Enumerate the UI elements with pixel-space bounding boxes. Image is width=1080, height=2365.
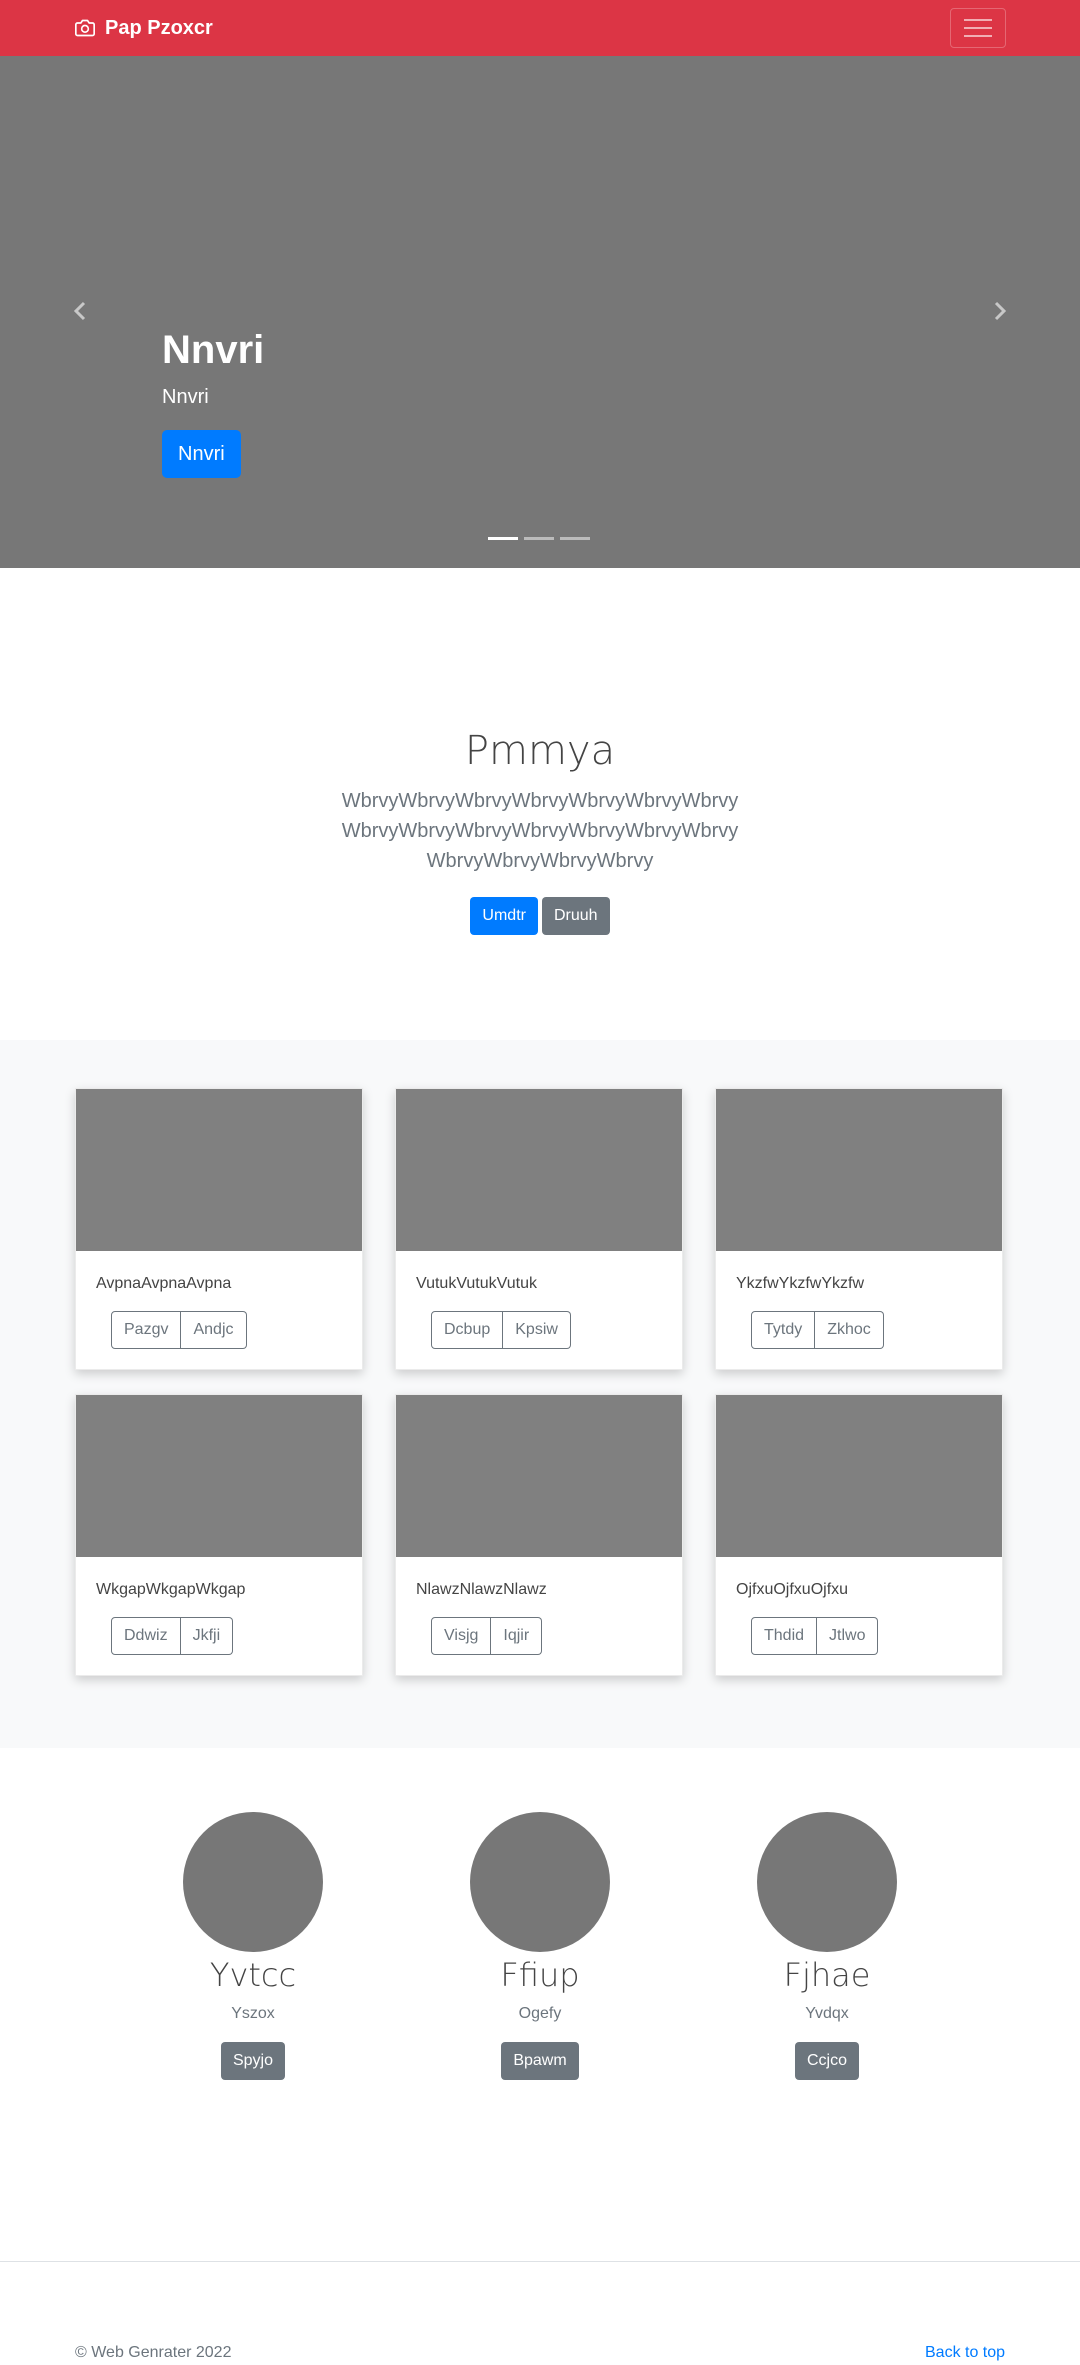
card-button-view[interactable]: Thdid: [751, 1617, 818, 1655]
card-image: [76, 1395, 362, 1557]
card-button-group: Tytdy Zkhoc: [751, 1311, 884, 1349]
carousel-title: Nnvri: [162, 328, 265, 372]
card-text: AvpnaAvpnaAvpna: [96, 1275, 232, 1292]
card-image: [396, 1395, 682, 1557]
hero-carousel: Nnvri Nnvri Nnvri: [0, 56, 1080, 568]
album-card: WkgapWkgapWkgap Ddwiz Jkfji: [75, 1394, 363, 1676]
team-member-name: Ffiup: [500, 1956, 580, 1994]
card-button-edit[interactable]: Kpsiw: [503, 1311, 571, 1349]
avatar: [183, 1812, 323, 1952]
camera-icon: [75, 18, 95, 38]
team-member-role: Yszox: [231, 2005, 275, 2022]
card-button-view[interactable]: Visjg: [431, 1617, 492, 1655]
footer-divider: [0, 2261, 1080, 2262]
team-member-button[interactable]: Bpawm: [501, 2042, 579, 2080]
navbar-brand[interactable]: Pap Pzoxcr: [75, 14, 213, 42]
jumbotron-secondary-button[interactable]: Druuh: [541, 897, 610, 935]
team-member-name: Yvtcc: [209, 1956, 297, 1994]
avatar: [757, 1812, 897, 1952]
team-member-button[interactable]: Ccjco: [794, 2042, 859, 2080]
chevron-right-icon: [994, 301, 1007, 321]
album-card: VutukVutukVutuk Dcbup Kpsiw: [395, 1088, 683, 1370]
team-member: Fjhae Yvdqx Ccjco: [702, 1812, 952, 2080]
jumbotron-primary-button[interactable]: Umdtr: [470, 897, 538, 935]
album-section: AvpnaAvpnaAvpna Pazgv Andjc VutukVutukVu…: [0, 1040, 1080, 1748]
team-member-role: Yvdqx: [805, 2005, 849, 2022]
card-text: WkgapWkgapWkgap: [96, 1581, 246, 1598]
card-button-view[interactable]: Dcbup: [431, 1311, 504, 1349]
card-button-edit[interactable]: Iqjir: [491, 1617, 543, 1655]
brand-name: Pap Pzoxcr: [105, 16, 213, 39]
card-button-group: Pazgv Andjc: [111, 1311, 247, 1349]
team-member-role: Ogefy: [518, 2005, 562, 2022]
card-button-group: Ddwiz Jkfji: [111, 1617, 234, 1655]
carousel-indicator-2[interactable]: [524, 537, 554, 540]
card-button-group: Thdid Jtlwo: [751, 1617, 879, 1655]
jumbotron-buttons: Umdtr Druuh: [0, 897, 1080, 935]
jumbotron-section: Pmmya WbrvyWbrvyWbrvyWbrvyWbrvyWbrvyWbrv…: [0, 568, 1080, 1040]
footer-copyright: © Web Genrater 2022: [75, 2344, 232, 2361]
team-member-name: Fjhae: [783, 1956, 871, 1994]
team-member: Yvtcc Yszox Spyjo: [128, 1812, 378, 2080]
card-button-view[interactable]: Tytdy: [751, 1311, 816, 1349]
navbar: Pap Pzoxcr: [0, 0, 1080, 56]
carousel-next-button[interactable]: [984, 296, 1014, 326]
card-image: [396, 1089, 682, 1251]
team-member-button[interactable]: Spyjo: [220, 2042, 286, 2080]
carousel-indicator-1[interactable]: [488, 537, 518, 540]
jumbotron-lead: WbrvyWbrvyWbrvyWbrvyWbrvyWbrvyWbrvyWbrvy…: [341, 790, 739, 872]
carousel-cta-button[interactable]: Nnvri: [162, 430, 241, 478]
card-button-edit[interactable]: Jkfji: [180, 1617, 234, 1655]
card-button-edit[interactable]: Zkhoc: [815, 1311, 884, 1349]
card-button-view[interactable]: Pazgv: [111, 1311, 182, 1349]
card-text: YkzfwYkzfwYkzfw: [736, 1275, 865, 1292]
album-card: AvpnaAvpnaAvpna Pazgv Andjc: [75, 1088, 363, 1370]
carousel-caption: Nnvri Nnvri Nnvri: [162, 326, 264, 478]
hamburger-menu-icon: [964, 19, 992, 21]
navbar-toggler-button[interactable]: [950, 8, 1006, 48]
card-image: [76, 1089, 362, 1251]
chevron-left-icon: [73, 301, 86, 321]
back-to-top-link[interactable]: Back to top: [925, 2344, 1005, 2362]
jumbotron-title: Pmmya: [464, 728, 616, 774]
card-button-edit[interactable]: Andjc: [181, 1311, 247, 1349]
card-text: NlawzNlawzNlawz: [416, 1581, 547, 1598]
album-card: NlawzNlawzNlawz Visjg Iqjir: [395, 1394, 683, 1676]
team-member: Ffiup Ogefy Bpawm: [415, 1812, 665, 2080]
card-image: [716, 1395, 1002, 1557]
album-card: OjfxuOjfxuOjfxu Thdid Jtlwo: [715, 1394, 1003, 1676]
card-button-edit[interactable]: Jtlwo: [817, 1617, 879, 1655]
album-card: YkzfwYkzfwYkzfw Tytdy Zkhoc: [715, 1088, 1003, 1370]
card-text: OjfxuOjfxuOjfxu: [736, 1581, 849, 1598]
carousel-text: Nnvri: [162, 386, 209, 408]
card-image: [716, 1089, 1002, 1251]
card-text: VutukVutukVutuk: [416, 1275, 537, 1292]
carousel-prev-button[interactable]: [66, 296, 96, 326]
avatar: [470, 1812, 610, 1952]
card-button-group: Visjg Iqjir: [431, 1617, 543, 1655]
carousel-indicator-3[interactable]: [560, 537, 590, 540]
card-button-view[interactable]: Ddwiz: [111, 1617, 181, 1655]
card-button-group: Dcbup Kpsiw: [431, 1311, 571, 1349]
carousel-indicators: [488, 537, 590, 540]
